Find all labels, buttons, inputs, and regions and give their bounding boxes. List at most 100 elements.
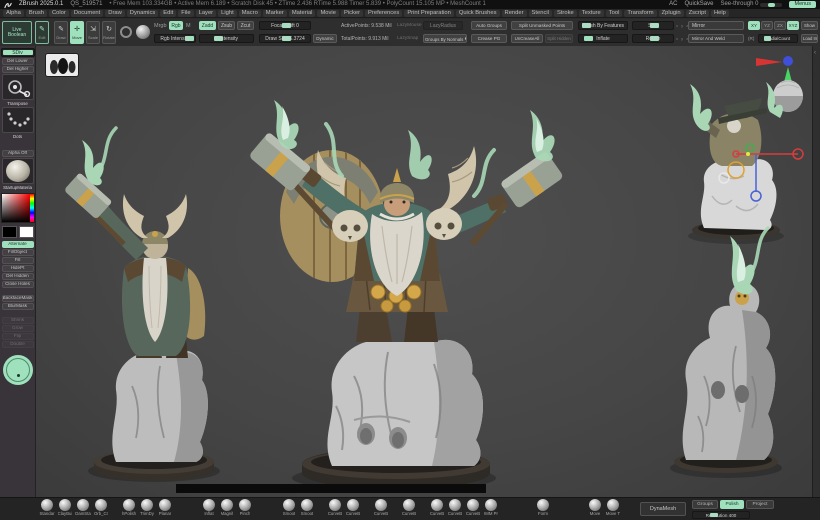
groups-by-normals-button[interactable]: Groups By Normals [423,34,467,43]
brush-thumbnail[interactable]: Magnif [218,499,236,517]
project-toggle[interactable]: Project [746,500,774,509]
saturation-value-square[interactable] [2,194,30,222]
brush-thumbnail[interactable]: Smoot [298,499,316,517]
tray-button[interactable]: BlurMask [2,303,34,310]
brush-thumbnail[interactable]: ClayBui [56,499,74,517]
secondary-color-swatch[interactable] [19,226,34,238]
zsub-toggle[interactable]: Zsub [218,21,235,30]
lazymouse-toggle[interactable]: LazyMouse [397,23,422,28]
tray-button[interactable]: BackfaceMask [2,295,34,302]
brush-thumbnail[interactable]: Move T [604,499,622,517]
polish-toggle[interactable]: Polish [720,500,744,509]
brush-thumbnail[interactable]: hPolish [120,499,138,517]
brush-thumbnail[interactable]: CurveB [446,499,464,517]
mirror-axis-button[interactable]: XY [748,21,760,30]
menu-item[interactable]: Render [502,10,527,17]
ac-button[interactable]: AC [669,0,677,9]
m-toggle[interactable]: M [186,23,191,29]
brush-thumbnail[interactable]: Inflat [200,499,218,517]
brush-thumbnail[interactable]: Smoot [280,499,298,517]
radial-toggle[interactable]: (R) [748,36,754,41]
main-color-swatch[interactable] [2,226,17,238]
stroke-circle-icon[interactable] [120,26,132,38]
scale-mode-button[interactable]: ⇲Scale [86,21,100,44]
material-sphere-icon[interactable] [136,25,150,39]
mirror-dropdown[interactable]: Mirror [688,21,744,30]
right-tray-divider[interactable]: ‹ [812,46,820,497]
menu-item[interactable]: Zscript [686,10,709,17]
move-mode-button[interactable]: ✛Move [70,21,84,44]
viewport-canvas[interactable] [36,46,812,497]
brush-thumbnail[interactable]: DamSta [74,499,92,517]
resolution-slider[interactable]: Resolution 400 [692,511,750,519]
mirror-axis-button[interactable]: ZX [774,21,786,30]
brush-thumbnail[interactable]: CurveB [428,499,446,517]
menu-item[interactable]: Brush [26,10,47,17]
mrgb-toggle[interactable]: Mrgb [154,23,167,29]
rgb-toggle[interactable]: Rgb [169,21,183,30]
tray-button[interactable]: Shrink [2,317,34,324]
tray-button[interactable]: Alternate [2,241,34,248]
menu-item[interactable]: Stroke [554,10,577,17]
menu-item[interactable]: Material [289,10,316,17]
auto-groups-button[interactable]: Auto Groups [471,21,507,30]
del-higher-button[interactable]: Del Higher [2,66,34,73]
menu-item[interactable]: Picker [341,10,363,17]
draw-mode-button[interactable]: ✎Draw [54,21,68,44]
edit-button[interactable]: ✎ Edit [35,21,49,44]
hue-strip[interactable] [30,194,34,222]
menu-item[interactable]: Macro [239,10,261,17]
tray-button[interactable]: Close Holes [2,281,34,288]
menu-item[interactable]: Preferences [365,10,402,17]
quicksave-button[interactable]: QuickSave [684,0,713,9]
size-slider[interactable]: Size [632,21,674,30]
tray-button[interactable]: Del Hidden [2,273,34,280]
polish-by-features-slider[interactable]: Polish By Features [578,21,628,30]
document-thumbnail[interactable] [46,54,78,76]
see-through-slider[interactable]: See-through 0 [720,0,782,9]
tray-button[interactable]: Flip [2,333,34,340]
menu-item[interactable]: Zplugin [659,10,684,17]
draw-size-slider[interactable]: Draw Size 6.3724 [259,34,311,43]
split-unmasked-points-button[interactable]: Split Unmasked Points [511,21,573,30]
menu-item[interactable]: Alpha [3,10,24,17]
brush-thumbnail[interactable]: Planar [156,499,174,517]
z-intensity-slider[interactable]: Z Intensity [199,34,254,43]
focal-shift-slider[interactable]: Focal Shift 0 [259,21,311,30]
radial-count-slider[interactable]: RadialCount [758,34,798,43]
sdiv-slider[interactable]: SDiv [1,48,35,57]
inflate-slider[interactable]: Inflate [578,34,628,43]
brush-thumbnail[interactable]: Move [586,499,604,517]
menu-item[interactable]: Print Preparation [404,10,454,17]
rotate-mode-button[interactable]: ↻Rotate [102,21,116,44]
dynamesh-button[interactable]: DynaMesh [640,502,686,516]
alpha-selector[interactable]: Alpha Off [2,150,34,157]
menu-item[interactable]: Light [218,10,237,17]
menu-item[interactable]: Draw [105,10,125,17]
menu-item[interactable]: Dynamics [127,10,158,17]
brush-thumbnail[interactable]: TrimDy [138,499,156,517]
menu-item[interactable]: Layer [196,10,217,17]
rgb-intensity-slider[interactable]: Rgb Intensity [154,34,196,43]
brush-thumbnail[interactable]: CurveB [344,499,362,517]
tray-button[interactable]: Double [2,341,34,348]
zcut-toggle[interactable]: Zcut [237,21,254,30]
mirror-axis-button[interactable]: YZ [761,21,773,30]
menu-item[interactable]: Help [711,10,729,17]
show-button[interactable]: Show [801,21,818,30]
see-through-handle[interactable] [768,3,775,7]
brush-thumbnail[interactable]: Pinch [236,499,254,517]
tray-button[interactable]: Fill [2,257,34,264]
menu-item[interactable]: Stencil [529,10,552,17]
see-through-track[interactable] [760,3,782,7]
brush-thumbnail[interactable]: Orb_Cr [92,499,110,517]
menu-item[interactable]: Transform [624,10,656,17]
brush-thumbnail[interactable]: Form [534,499,552,517]
del-lower-button[interactable]: Del Lower [2,58,34,65]
crease-pg-button[interactable]: Crease PG [471,34,507,43]
mirror-axis-button[interactable]: XYZ [787,21,799,30]
split-hidden-button[interactable]: Split Hidden [545,34,573,43]
tray-button[interactable]: Grow [2,325,34,332]
load-image-button[interactable]: Load Image [801,34,818,43]
brush-preview-circle[interactable] [3,355,33,385]
